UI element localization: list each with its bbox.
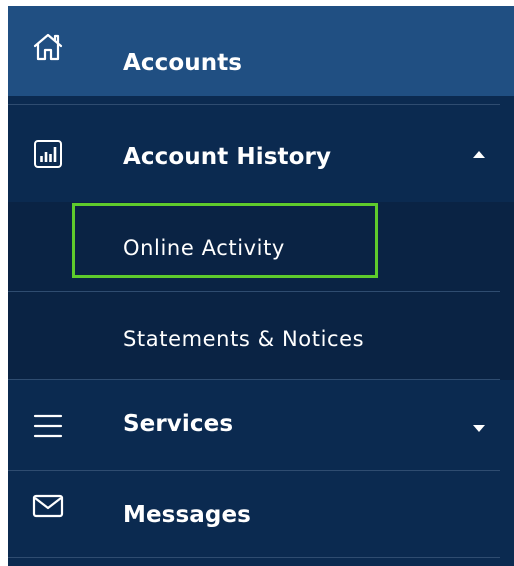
- divider: [8, 470, 500, 471]
- nav-item-account-history[interactable]: Account History: [8, 106, 514, 202]
- submenu-item-statements-notices[interactable]: Statements & Notices: [8, 293, 514, 381]
- submenu-item-label: Statements & Notices: [123, 327, 365, 351]
- nav-item-messages[interactable]: Messages: [8, 472, 514, 562]
- submenu-item-label: Online Activity: [123, 236, 285, 260]
- nav-item-label: Accounts: [123, 50, 243, 76]
- divider: [8, 379, 500, 380]
- hamburger-icon: [32, 410, 64, 442]
- nav-item-services[interactable]: Services: [8, 381, 514, 471]
- chevron-down-icon[interactable]: [473, 425, 485, 432]
- bar-chart-icon: [32, 138, 64, 170]
- envelope-icon: [32, 490, 64, 522]
- home-icon: [32, 31, 64, 63]
- submenu-item-online-activity[interactable]: Online Activity: [8, 202, 514, 290]
- nav-item-label: Messages: [123, 502, 251, 528]
- chevron-up-icon[interactable]: [473, 151, 485, 158]
- divider: [8, 557, 500, 558]
- nav-item-label: Services: [123, 411, 234, 437]
- side-navigation: Accounts Account History Online Activity…: [8, 6, 514, 566]
- nav-item-label: Account History: [123, 144, 332, 170]
- nav-item-accounts[interactable]: Accounts: [8, 6, 514, 96]
- divider: [8, 104, 500, 105]
- divider: [8, 291, 500, 292]
- account-history-submenu: Online Activity Statements & Notices: [8, 202, 514, 380]
